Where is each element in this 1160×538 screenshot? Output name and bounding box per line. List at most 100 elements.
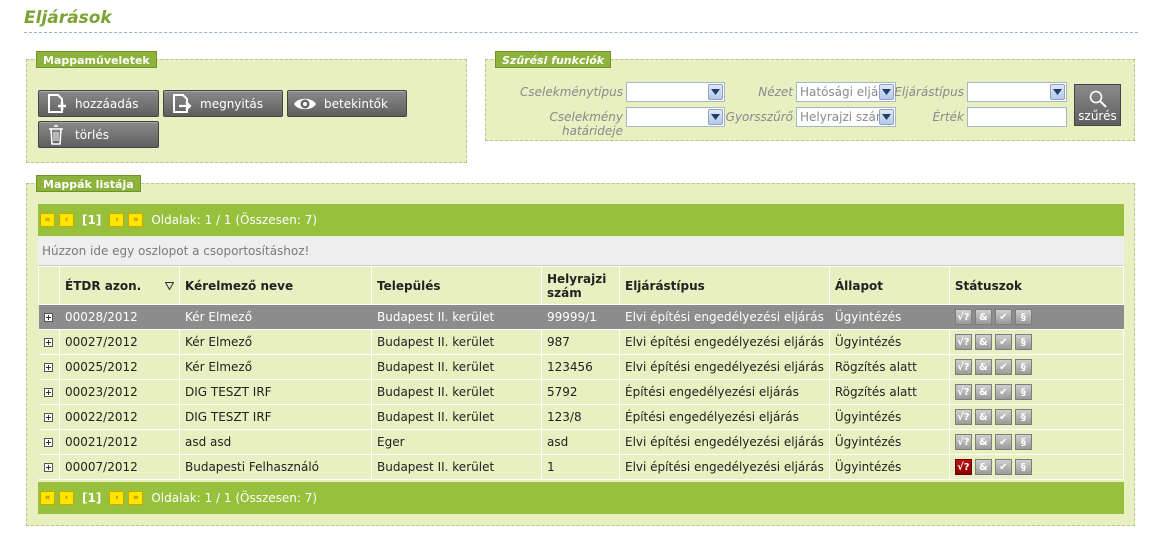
prev-page-button[interactable]: ‹ bbox=[59, 213, 74, 227]
first-page-button[interactable]: « bbox=[40, 491, 55, 505]
check-question-icon[interactable]: √? bbox=[954, 409, 972, 425]
view-value: Hatósági eljárá bbox=[800, 85, 891, 99]
prev-page-button[interactable]: ‹ bbox=[59, 491, 74, 505]
folder-operations-panel: Mappaműveletek hozzáadás megnyitás betek… bbox=[26, 51, 467, 163]
last-page-button[interactable]: » bbox=[128, 213, 144, 227]
paragraph-icon[interactable]: § bbox=[1014, 334, 1032, 350]
checkmark-icon[interactable]: ✔ bbox=[994, 434, 1012, 450]
table-row[interactable]: 00007/2012 Budapesti Felhasználó Budapest … bbox=[38, 454, 1125, 480]
col-applicant-header[interactable]: Kérelmező neve bbox=[179, 266, 372, 305]
cell-lot: 123/8 bbox=[541, 404, 620, 430]
cell-etdr: 00023/2012 bbox=[59, 379, 180, 405]
pager-bottom: « ‹ [1] › » Oldalak: 1 / 1 (Összesen: 7) bbox=[38, 482, 1124, 514]
quick-filter-select[interactable]: Helyrajzi szám bbox=[796, 107, 896, 127]
event-type-label: Cselekménytípus bbox=[520, 85, 623, 99]
ampersand-icon[interactable]: & bbox=[974, 434, 992, 450]
first-page-button[interactable]: « bbox=[40, 213, 55, 227]
open-button[interactable]: megnyitás bbox=[163, 90, 283, 117]
current-page[interactable]: [1] bbox=[82, 213, 101, 227]
checkmark-icon[interactable]: ✔ bbox=[994, 459, 1012, 475]
expand-cell bbox=[38, 304, 60, 330]
search-button[interactable]: szűrés bbox=[1074, 84, 1121, 126]
check-question-icon[interactable]: √? bbox=[954, 434, 972, 450]
table-row[interactable]: 00021/2012 asd asd Eger asd Elvi építési eng… bbox=[38, 429, 1125, 455]
cell-proc-type: Építési engedélyezési eljárás bbox=[619, 379, 830, 405]
cell-state: Ügyintézés bbox=[829, 454, 950, 480]
check-question-icon[interactable]: √? bbox=[954, 309, 972, 325]
col-settlement-header[interactable]: Település bbox=[371, 266, 542, 305]
sort-desc-icon bbox=[164, 279, 175, 293]
paragraph-icon[interactable]: § bbox=[1014, 459, 1032, 475]
col-statuses-header[interactable]: Státuszok bbox=[948, 266, 1125, 305]
col-lot-header[interactable]: Helyrajzi szám bbox=[541, 266, 620, 305]
checkmark-icon[interactable]: ✔ bbox=[994, 334, 1012, 350]
paragraph-icon[interactable]: § bbox=[1014, 409, 1032, 425]
expand-plus-icon[interactable] bbox=[43, 313, 53, 322]
expand-plus-icon[interactable] bbox=[43, 338, 53, 347]
group-by-drop-area[interactable]: Húzzon ide egy oszlopot a csoportosításh… bbox=[38, 237, 1124, 266]
delete-button[interactable]: törlés bbox=[38, 121, 159, 148]
col-etdr-header[interactable]: ÉTDR azon. bbox=[59, 266, 180, 305]
table-row[interactable]: 00023/2012 DIG TESZT IRF Budapest II. kerü… bbox=[38, 379, 1125, 405]
view-select[interactable]: Hatósági eljárá bbox=[796, 82, 896, 102]
cell-proc-type: Elvi építési engedélyezési eljárás bbox=[619, 429, 830, 455]
folder-list-legend: Mappák listája bbox=[36, 175, 141, 192]
checkmark-icon[interactable]: ✔ bbox=[994, 384, 1012, 400]
next-page-button[interactable]: › bbox=[109, 491, 125, 505]
col-proctype-header[interactable]: Eljárástípus bbox=[619, 266, 830, 305]
cell-settlement: Budapest II. kerület bbox=[371, 354, 542, 380]
cell-applicant: Kér Elmező bbox=[179, 329, 372, 355]
value-input[interactable] bbox=[967, 107, 1067, 127]
checkmark-icon[interactable]: ✔ bbox=[994, 359, 1012, 375]
expand-plus-icon[interactable] bbox=[43, 463, 53, 472]
paragraph-icon[interactable]: § bbox=[1014, 434, 1032, 450]
check-question-icon[interactable]: √? bbox=[954, 459, 972, 475]
cell-lot: 987 bbox=[541, 329, 620, 355]
quick-filter-value: Helyrajzi szám bbox=[800, 110, 888, 124]
cell-statuses: √? & ✔ § bbox=[949, 429, 1125, 455]
check-question-icon[interactable]: √? bbox=[954, 334, 972, 350]
filter-panel: Szűrési funkciók Cselekménytípus Cselekm… bbox=[485, 51, 1135, 141]
check-question-icon[interactable]: √? bbox=[954, 359, 972, 375]
current-page[interactable]: [1] bbox=[82, 491, 101, 505]
paragraph-icon[interactable]: § bbox=[1014, 359, 1032, 375]
viewers-button[interactable]: betekintők bbox=[287, 90, 407, 117]
add-document-icon bbox=[43, 93, 69, 115]
table-row[interactable]: 00025/2012 Kér Elmező Budapest II. kerület… bbox=[38, 354, 1125, 380]
cell-statuses: √? & ✔ § bbox=[949, 404, 1125, 430]
expand-cell bbox=[38, 429, 60, 455]
ampersand-icon[interactable]: & bbox=[974, 409, 992, 425]
next-page-button[interactable]: › bbox=[109, 213, 125, 227]
expand-plus-icon[interactable] bbox=[43, 388, 53, 397]
paragraph-icon[interactable]: § bbox=[1014, 309, 1032, 325]
event-type-select[interactable] bbox=[626, 82, 725, 102]
expand-plus-icon[interactable] bbox=[43, 363, 53, 372]
cell-applicant: DIG TESZT IRF bbox=[179, 404, 372, 430]
table-row[interactable]: 00022/2012 DIG TESZT IRF Budapest II. kerü… bbox=[38, 404, 1125, 430]
expand-plus-icon[interactable] bbox=[43, 413, 53, 422]
paragraph-icon[interactable]: § bbox=[1014, 384, 1032, 400]
table-row[interactable]: 00028/2012 Kér Elmező Budapest II. kerület… bbox=[38, 304, 1125, 330]
expand-plus-icon[interactable] bbox=[43, 438, 53, 447]
checkmark-icon[interactable]: ✔ bbox=[994, 409, 1012, 425]
ampersand-icon[interactable]: & bbox=[974, 384, 992, 400]
cell-etdr: 00025/2012 bbox=[59, 354, 180, 380]
checkmark-icon[interactable]: ✔ bbox=[994, 309, 1012, 325]
add-button[interactable]: hozzáadás bbox=[38, 90, 159, 117]
col-state-header[interactable]: Állapot bbox=[828, 266, 950, 305]
check-question-icon[interactable]: √? bbox=[954, 384, 972, 400]
cell-proc-type: Építési engedélyezési eljárás bbox=[619, 404, 830, 430]
event-deadline-select[interactable] bbox=[626, 107, 725, 127]
ampersand-icon[interactable]: & bbox=[974, 459, 992, 475]
cell-statuses: √? & ✔ § bbox=[949, 329, 1125, 355]
expand-cell bbox=[38, 379, 60, 405]
ampersand-icon[interactable]: & bbox=[974, 359, 992, 375]
ampersand-icon[interactable]: & bbox=[974, 334, 992, 350]
last-page-button[interactable]: » bbox=[128, 491, 144, 505]
viewers-button-label: betekintők bbox=[324, 96, 388, 111]
table-row[interactable]: 00027/2012 Kér Elmező Budapest II. kerület… bbox=[38, 329, 1125, 355]
ampersand-icon[interactable]: & bbox=[974, 309, 992, 325]
procedure-type-select[interactable] bbox=[967, 82, 1067, 102]
eye-icon bbox=[292, 93, 318, 115]
cell-state: Ügyintézés bbox=[829, 329, 950, 355]
